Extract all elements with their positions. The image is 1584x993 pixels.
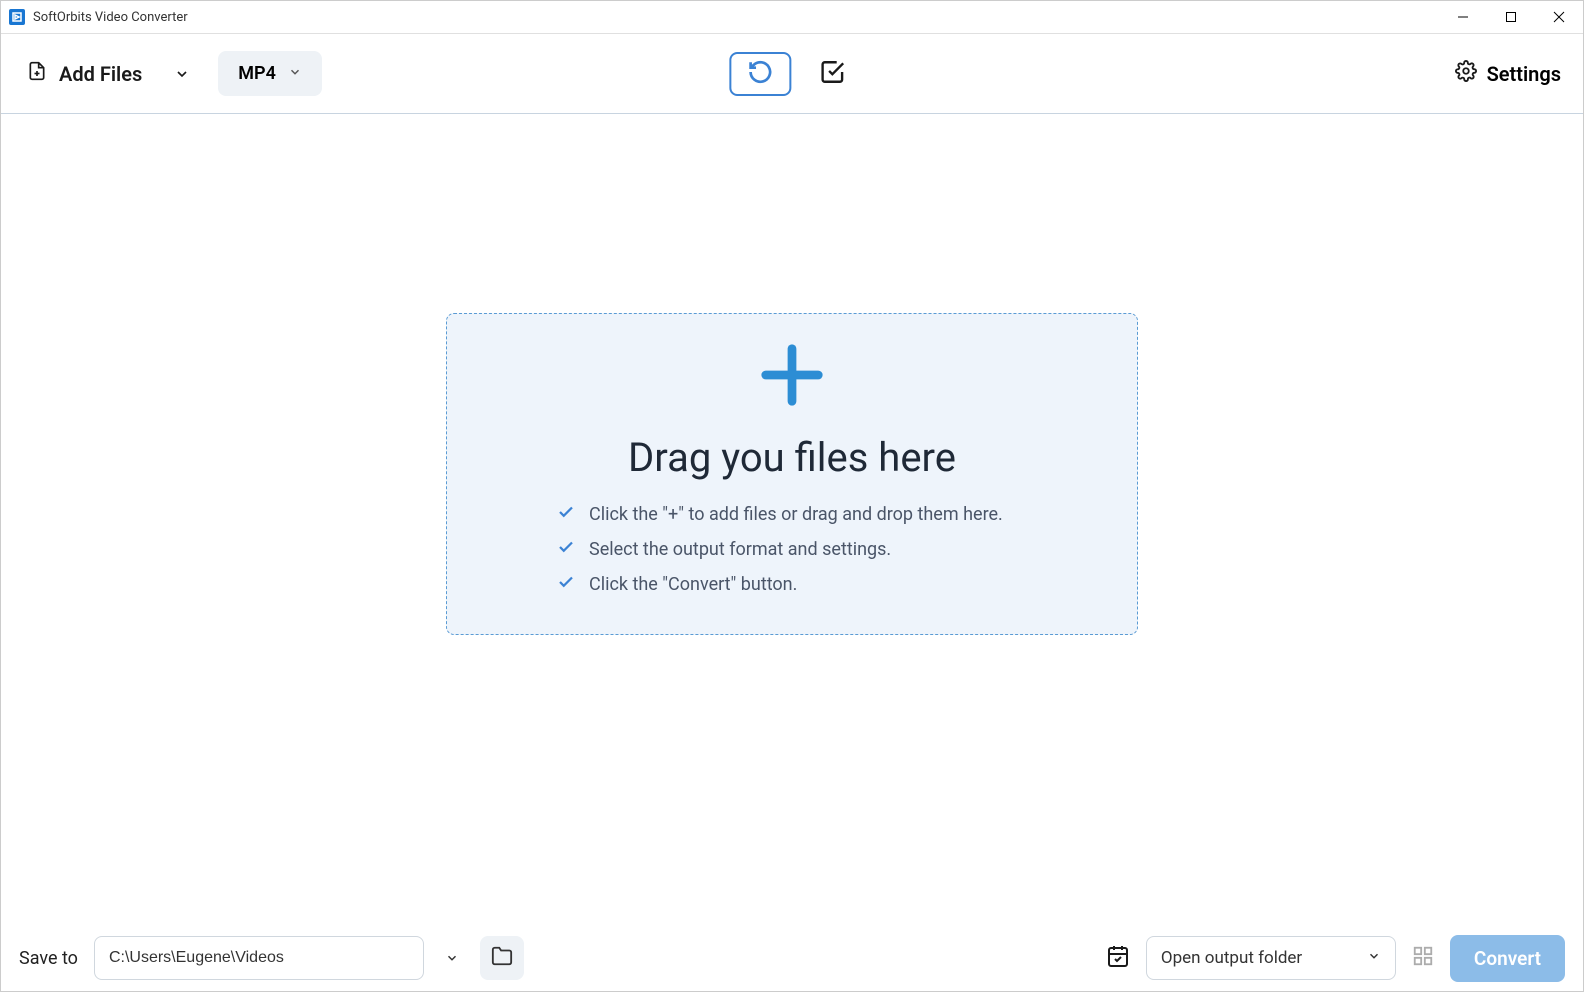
step-text: Click the "+" to add files or drag and d… bbox=[589, 504, 1003, 525]
step-text: Click the "Convert" button. bbox=[589, 574, 797, 595]
grid-view-button[interactable] bbox=[1412, 945, 1434, 971]
title-bar: SoftOrbits Video Converter bbox=[1, 1, 1583, 34]
bottom-bar: Save to Open output folder Convert bbox=[1, 923, 1583, 993]
toolbar: Add Files MP4 Settings bbox=[1, 34, 1583, 114]
convert-label: Convert bbox=[1474, 947, 1541, 970]
browse-folder-button[interactable] bbox=[480, 936, 524, 980]
check-icon bbox=[557, 573, 575, 596]
save-to-label: Save to bbox=[19, 948, 78, 969]
check-square-button[interactable] bbox=[819, 59, 845, 89]
check-icon bbox=[557, 503, 575, 526]
add-files-dropdown[interactable] bbox=[174, 66, 190, 82]
schedule-button[interactable] bbox=[1106, 944, 1130, 972]
step-text: Select the output format and settings. bbox=[589, 539, 891, 560]
center-actions bbox=[729, 52, 845, 96]
save-path-input[interactable] bbox=[94, 936, 424, 980]
save-path-dropdown[interactable] bbox=[434, 936, 470, 980]
minimize-button[interactable] bbox=[1439, 1, 1487, 34]
chevron-down-icon bbox=[288, 63, 302, 84]
refresh-icon bbox=[747, 59, 773, 89]
file-plus-icon bbox=[27, 61, 47, 86]
format-label: MP4 bbox=[238, 63, 276, 84]
format-button[interactable]: MP4 bbox=[218, 51, 322, 96]
gear-icon bbox=[1455, 60, 1477, 87]
convert-button[interactable]: Convert bbox=[1450, 935, 1565, 982]
step-item: Click the "+" to add files or drag and d… bbox=[557, 503, 1107, 526]
steps-list: Click the "+" to add files or drag and d… bbox=[477, 503, 1107, 608]
refresh-button[interactable] bbox=[729, 52, 791, 96]
plus-icon bbox=[757, 340, 827, 414]
drop-zone[interactable]: Drag you files here Click the "+" to add… bbox=[446, 313, 1138, 635]
chevron-down-icon bbox=[1367, 948, 1381, 968]
add-files-label: Add Files bbox=[59, 62, 142, 86]
window-title: SoftOrbits Video Converter bbox=[33, 10, 188, 25]
maximize-button[interactable] bbox=[1487, 1, 1535, 34]
step-item: Click the "Convert" button. bbox=[557, 573, 1107, 596]
add-files-button[interactable]: Add Files bbox=[23, 53, 146, 94]
bottom-right: Open output folder Convert bbox=[1106, 935, 1565, 982]
open-output-dropdown[interactable]: Open output folder bbox=[1146, 936, 1396, 980]
window-controls bbox=[1439, 1, 1583, 34]
check-square-icon bbox=[819, 59, 845, 89]
check-icon bbox=[557, 538, 575, 561]
main-area: Drag you files here Click the "+" to add… bbox=[1, 114, 1583, 923]
grid-icon bbox=[1412, 952, 1434, 971]
open-output-label: Open output folder bbox=[1161, 948, 1302, 968]
app-icon bbox=[9, 9, 25, 25]
settings-label: Settings bbox=[1487, 62, 1561, 86]
folder-icon bbox=[491, 945, 513, 971]
close-button[interactable] bbox=[1535, 1, 1583, 34]
calendar-icon bbox=[1106, 944, 1130, 972]
step-item: Select the output format and settings. bbox=[557, 538, 1107, 561]
drop-zone-title: Drag you files here bbox=[628, 434, 956, 481]
settings-button[interactable]: Settings bbox=[1455, 60, 1561, 87]
